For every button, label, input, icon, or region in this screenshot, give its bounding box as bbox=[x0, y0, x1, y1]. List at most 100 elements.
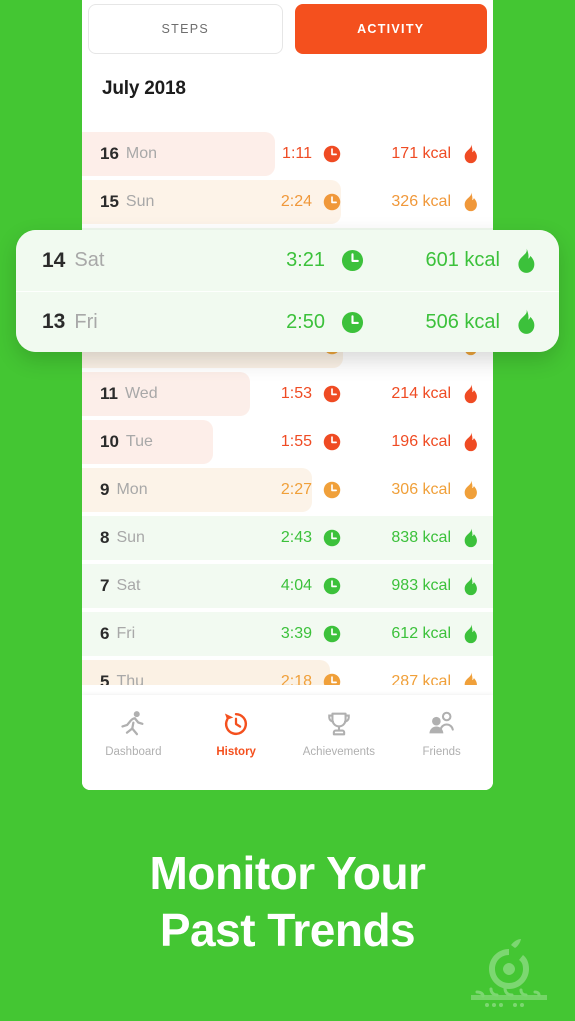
table-row[interactable]: 8 Sun 2:43 838 kcal bbox=[82, 514, 493, 562]
flame-icon bbox=[464, 480, 477, 500]
nav-item-achievements[interactable]: Achievements bbox=[288, 709, 391, 758]
flame-icon bbox=[464, 576, 477, 596]
highlighted-weekday: Fri bbox=[74, 310, 98, 333]
runner-icon bbox=[121, 711, 144, 736]
clock-icon bbox=[323, 673, 341, 685]
row-weekday: Sun bbox=[125, 193, 155, 210]
nav-item-label: Dashboard bbox=[105, 746, 162, 758]
flame-icon bbox=[464, 192, 477, 212]
highlighted-calories: 506 kcal bbox=[425, 310, 501, 333]
highlighted-day-number: 13 bbox=[42, 310, 66, 333]
row-day-number: 6 bbox=[100, 624, 110, 643]
tab-steps-label: STEPS bbox=[161, 22, 209, 36]
row-day-number: 5 bbox=[100, 672, 110, 685]
highlighted-row[interactable]: 14 Sat 3:21 601 kcal bbox=[16, 230, 559, 291]
row-calories: 838 kcal bbox=[391, 529, 451, 546]
row-calories: 287 kcal bbox=[391, 673, 451, 685]
row-duration: 1:55 bbox=[280, 433, 312, 450]
nav-item-label: History bbox=[216, 746, 256, 758]
row-weekday: Thu bbox=[116, 673, 145, 685]
row-duration: 2:27 bbox=[280, 481, 312, 498]
highlighted-weekday: Sat bbox=[74, 249, 105, 271]
highlighted-duration: 3:21 bbox=[286, 249, 325, 271]
people-icon bbox=[429, 711, 454, 734]
clock-icon bbox=[341, 311, 364, 333]
row-day-number: 11 bbox=[100, 384, 118, 403]
flame-icon bbox=[464, 672, 477, 685]
row-calories: 306 kcal bbox=[391, 481, 451, 498]
table-row[interactable]: 5 Thu 2:18 287 kcal bbox=[82, 658, 493, 685]
clock-icon bbox=[323, 433, 341, 451]
row-duration: 1:53 bbox=[280, 385, 312, 402]
table-row[interactable]: 16 Mon 1:11 171 kcal bbox=[82, 130, 493, 178]
highlighted-days-card[interactable]: 14 Sat 3:21 601 kcal 13 Fri 2:50 506 kcal bbox=[16, 230, 559, 352]
row-weekday: Wed bbox=[124, 385, 158, 402]
flame-icon bbox=[464, 144, 477, 164]
row-duration: 2:18 bbox=[280, 673, 312, 685]
row-weekday: Fri bbox=[116, 625, 136, 642]
row-duration: 1:11 bbox=[282, 145, 312, 162]
row-calories: 612 kcal bbox=[391, 625, 451, 642]
clock-icon bbox=[323, 145, 341, 163]
flame-icon bbox=[518, 309, 535, 334]
row-day-number: 9 bbox=[100, 480, 110, 499]
clock-icon bbox=[323, 577, 341, 595]
trophy-icon bbox=[328, 712, 350, 736]
highlighted-day-number: 14 bbox=[42, 248, 66, 272]
clock-icon bbox=[323, 385, 341, 403]
row-day-number: 15 bbox=[100, 192, 119, 211]
flame-icon bbox=[464, 432, 477, 452]
table-row[interactable]: 10 Tue 1:55 196 kcal bbox=[82, 418, 493, 466]
history-list[interactable]: 16Mon1:11171 kcal15Sun2:24326 kcal14Sat3… bbox=[82, 130, 493, 685]
highlighted-row[interactable]: 13 Fri 2:50 506 kcal bbox=[16, 291, 559, 352]
row-weekday: Mon bbox=[116, 481, 148, 498]
row-weekday: Mon bbox=[125, 145, 158, 162]
tab-activity[interactable]: ACTIVITY bbox=[294, 4, 487, 54]
flame-icon bbox=[464, 384, 477, 404]
row-weekday: Tue bbox=[125, 433, 153, 450]
flame-icon bbox=[518, 248, 535, 273]
tab-steps[interactable]: STEPS bbox=[88, 4, 283, 54]
nav-item-dashboard[interactable]: Dashboard bbox=[82, 709, 185, 758]
table-row[interactable]: 11 Wed 1:53 214 kcal bbox=[82, 370, 493, 418]
phone-screen-card: STEPS ACTIVITY July 2018 16 Mon 1:11 171 kc… bbox=[82, 0, 493, 790]
row-day-number: 16 bbox=[100, 144, 119, 163]
month-title: July 2018 bbox=[102, 78, 186, 99]
row-day-number: 7 bbox=[100, 576, 110, 595]
clock-icon bbox=[323, 529, 341, 547]
nav-item-friends[interactable]: Friends bbox=[390, 709, 493, 758]
highlighted-calories: 601 kcal bbox=[425, 249, 501, 271]
flame-icon bbox=[464, 624, 477, 644]
row-weekday: Sat bbox=[116, 577, 141, 594]
headline-line-1: Monitor Your bbox=[149, 847, 426, 899]
row-calories: 983 kcal bbox=[391, 577, 451, 594]
clock-icon bbox=[323, 481, 341, 499]
bottom-tab-bar: Dashboard History Achievements Friends bbox=[82, 695, 493, 790]
row-duration: 4:04 bbox=[280, 577, 312, 594]
history-clock-icon bbox=[225, 712, 248, 736]
row-calories: 326 kcal bbox=[391, 193, 451, 210]
row-duration: 2:43 bbox=[280, 529, 312, 546]
clock-icon bbox=[323, 193, 341, 211]
clock-icon bbox=[323, 625, 341, 643]
flame-icon bbox=[464, 528, 477, 548]
row-day-number: 8 bbox=[100, 528, 110, 547]
sibapp-logo-watermark bbox=[457, 937, 561, 1009]
table-row[interactable]: 6 Fri 3:39 612 kcal bbox=[82, 610, 493, 658]
table-row[interactable]: 7 Sat 4:04 983 kcal bbox=[82, 562, 493, 610]
row-calories: 214 kcal bbox=[391, 385, 451, 402]
tab-activity-label: ACTIVITY bbox=[357, 22, 425, 36]
clock-icon bbox=[341, 249, 364, 272]
segmented-tabs: STEPS ACTIVITY bbox=[82, 4, 493, 54]
row-duration: 2:24 bbox=[280, 193, 312, 210]
row-duration: 3:39 bbox=[280, 625, 312, 642]
row-calories: 171 kcal bbox=[391, 145, 451, 162]
nav-item-history[interactable]: History bbox=[185, 709, 288, 758]
row-calories: 196 kcal bbox=[391, 433, 451, 450]
highlighted-duration: 2:50 bbox=[286, 310, 325, 333]
row-day-number: 10 bbox=[100, 432, 119, 451]
nav-item-label: Friends bbox=[422, 746, 461, 758]
nav-item-label: Achievements bbox=[302, 746, 375, 758]
table-row[interactable]: 15 Sun 2:24 326 kcal bbox=[82, 178, 493, 226]
table-row[interactable]: 9 Mon 2:27 306 kcal bbox=[82, 466, 493, 514]
